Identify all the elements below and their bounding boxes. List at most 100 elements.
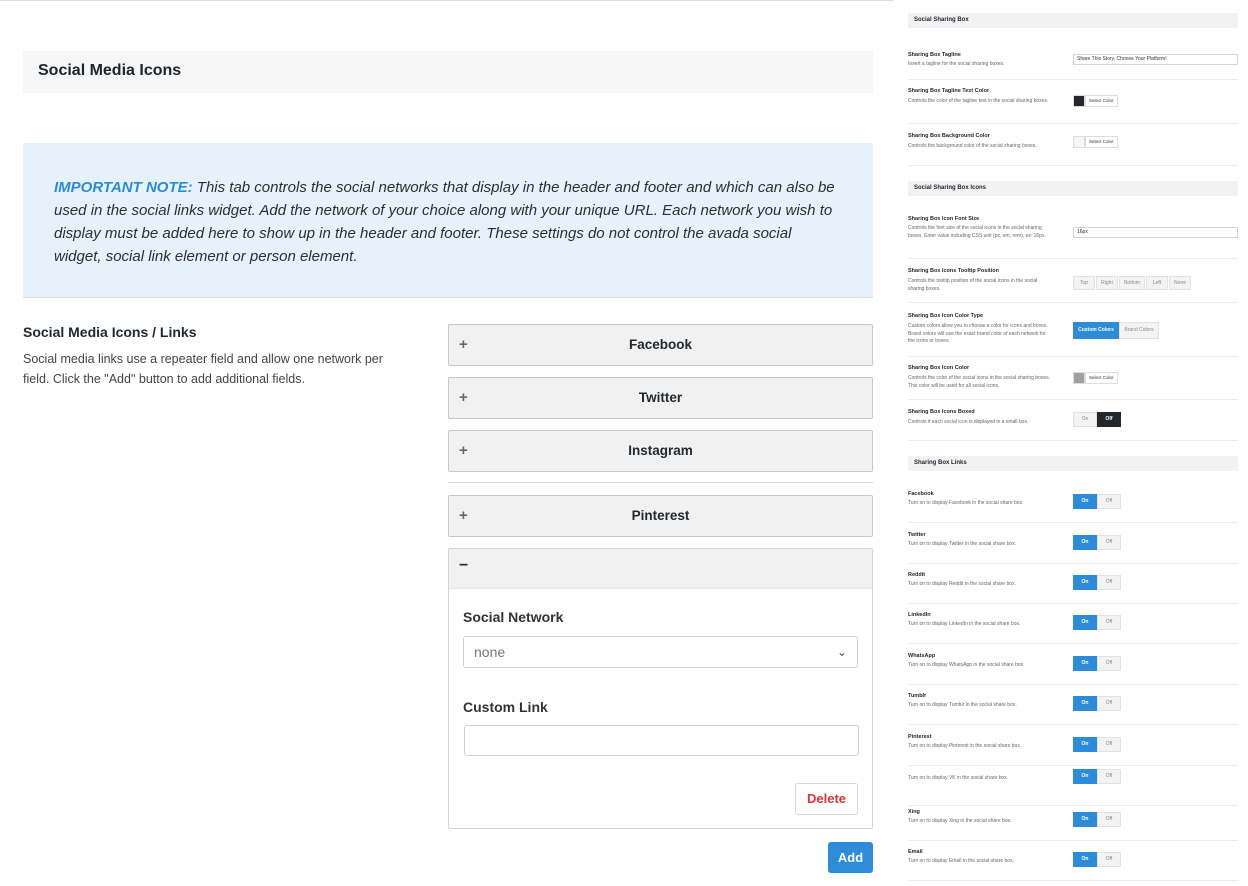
setting-label: Facebook — [908, 491, 934, 497]
expand-plus-icon: + — [459, 507, 468, 524]
toggle-off[interactable]: Off — [1097, 615, 1121, 630]
color-swatch[interactable] — [1073, 372, 1085, 384]
collapse-minus-icon: − — [459, 557, 469, 574]
font-size-input[interactable]: 16px — [1073, 227, 1238, 238]
tooltip-top-button[interactable]: Top — [1073, 276, 1095, 290]
toggle-on[interactable]: On — [1073, 852, 1097, 867]
toggle-off[interactable]: Off — [1097, 412, 1121, 427]
social-network-label: Social Network — [463, 609, 564, 625]
expand-plus-icon: + — [459, 442, 468, 459]
delete-button[interactable]: Delete — [795, 783, 858, 815]
boxed-toggle[interactable]: On Off — [1073, 412, 1121, 427]
tooltip-none-button[interactable]: None — [1169, 276, 1191, 290]
repeater-item-label: Facebook — [628, 337, 693, 352]
tooltip-right-button[interactable]: Right — [1096, 276, 1118, 290]
setting-link-vk: Turn on to display VK in the social shar… — [908, 769, 1238, 806]
link-toggle[interactable]: On Off — [1073, 615, 1121, 630]
toggle-on[interactable]: On — [1073, 737, 1097, 752]
icon-color-picker[interactable]: Select Color — [1073, 372, 1118, 384]
setting-desc: Custom colors allow you to choose a colo… — [908, 323, 1048, 344]
setting-label: Sharing Box Icons Boxed — [908, 409, 975, 415]
toggle-off[interactable]: Off — [1097, 535, 1121, 550]
link-toggle[interactable]: On Off — [1073, 656, 1121, 671]
tagline-input[interactable]: Share This Story, Choose Your Platform! — [1073, 54, 1238, 65]
social-network-select[interactable]: none ⌄ — [463, 636, 858, 668]
section-sharing-box-icons: Social Sharing Box Icons — [908, 181, 1238, 196]
select-color-button[interactable]: Select Color — [1085, 136, 1118, 148]
link-toggle[interactable]: On Off — [1073, 812, 1121, 827]
toggle-on[interactable]: On — [1073, 696, 1097, 711]
setting-desc: Turn on to display Xing in the social sh… — [908, 818, 1012, 824]
background-color-picker[interactable]: Select Color — [1073, 136, 1118, 148]
toggle-off[interactable]: Off — [1097, 494, 1121, 509]
toggle-on[interactable]: On — [1073, 812, 1097, 827]
toggle-on[interactable]: On — [1073, 656, 1097, 671]
setting-desc: Turn on to display Reddit in the social … — [908, 581, 1016, 587]
setting-label: Xing — [908, 809, 920, 815]
link-toggle[interactable]: On Off — [1073, 575, 1121, 590]
link-toggle[interactable]: On Off — [1073, 852, 1121, 867]
toggle-on[interactable]: On — [1073, 575, 1097, 590]
setting-label: Twitter — [908, 532, 926, 538]
link-toggle[interactable]: On Off — [1073, 737, 1121, 752]
tagline-color-picker[interactable]: Select Color — [1073, 95, 1118, 107]
setting-icons-boxed: Sharing Box Icons Boxed Controls if each… — [908, 408, 1238, 441]
setting-desc: Turn on to display Email in the social s… — [908, 858, 1014, 864]
link-toggle[interactable]: On Off — [1073, 696, 1121, 711]
link-toggle[interactable]: On Off — [1073, 769, 1121, 784]
social-icons-panel: Social Media Icons IMPORTANT NOTE: This … — [0, 0, 893, 886]
toggle-on[interactable]: On — [1073, 535, 1097, 550]
social-sharing-panel: Social Sharing Box Sharing Box Tagline I… — [903, 0, 1248, 886]
link-toggle[interactable]: On Off — [1073, 494, 1121, 509]
custom-link-label: Custom Link — [463, 699, 548, 715]
repeater-item-twitter[interactable]: + Twitter — [448, 377, 873, 419]
setting-label: Sharing Box Background Color — [908, 133, 990, 139]
toggle-on[interactable]: On — [1073, 769, 1097, 784]
toggle-off[interactable]: Off — [1097, 769, 1121, 784]
setting-desc: Turn on to display Pinterest in the soci… — [908, 743, 1022, 749]
tooltip-position-buttons: Top Right Bottom Left None — [1073, 276, 1192, 290]
field-title: Social Media Icons / Links — [23, 324, 197, 340]
custom-link-input[interactable] — [464, 725, 859, 756]
setting-desc: Insert a tagline for the social sharing … — [908, 61, 1005, 67]
toggle-off[interactable]: Off — [1097, 852, 1121, 867]
toggle-off[interactable]: Off — [1097, 656, 1121, 671]
setting-background-color: Sharing Box Background Color Controls th… — [908, 131, 1238, 166]
toggle-off[interactable]: Off — [1097, 696, 1121, 711]
add-button[interactable]: Add — [828, 842, 873, 873]
select-color-button[interactable]: Select Color — [1085, 372, 1118, 384]
select-color-button[interactable]: Select Color — [1085, 95, 1118, 107]
setting-icon-font-size: Sharing Box Icon Font Size Controls the … — [908, 215, 1238, 259]
repeater-item-facebook[interactable]: + Facebook — [448, 324, 873, 366]
setting-label: Sharing Box Tagline — [908, 52, 961, 58]
setting-tagline: Sharing Box Tagline Insert a tagline for… — [908, 50, 1238, 80]
toggle-off[interactable]: Off — [1097, 737, 1121, 752]
color-swatch[interactable] — [1073, 95, 1085, 107]
color-swatch[interactable] — [1073, 136, 1085, 148]
tooltip-bottom-button[interactable]: Bottom — [1119, 276, 1145, 290]
toggle-on[interactable]: On — [1073, 615, 1097, 630]
color-type-buttons: Custom Colors Brand Colors — [1073, 322, 1159, 339]
setting-desc: Turn on to display LinkedIn in the socia… — [908, 621, 1021, 627]
expanded-item-header[interactable]: − — [449, 549, 872, 589]
setting-label: Pinterest — [908, 734, 932, 740]
brand-colors-button[interactable]: Brand Colors — [1119, 322, 1159, 339]
social-network-value: none — [474, 644, 506, 660]
section-social-sharing-box: Social Sharing Box — [908, 13, 1238, 28]
toggle-off[interactable]: Off — [1097, 812, 1121, 827]
toggle-on[interactable]: On — [1073, 494, 1097, 509]
repeater-item-label: Twitter — [638, 390, 683, 405]
custom-colors-button[interactable]: Custom Colors — [1073, 322, 1119, 339]
field-description: Social media links use a repeater field … — [23, 352, 383, 386]
setting-desc: Turn on to display VK in the social shar… — [908, 775, 1009, 781]
link-toggle[interactable]: On Off — [1073, 535, 1121, 550]
setting-tooltip-position: Sharing Box Icons Tooltip Position Contr… — [908, 267, 1238, 303]
repeater-item-instagram[interactable]: + Instagram — [448, 430, 873, 472]
repeater-item-label: Pinterest — [631, 508, 690, 523]
repeater-item-expanded: − Social Network none ⌄ Custom Link Dele… — [448, 548, 873, 829]
toggle-on[interactable]: On — [1073, 412, 1097, 427]
setting-label: Sharing Box Tagline Text Color — [908, 88, 990, 94]
tooltip-left-button[interactable]: Left — [1146, 276, 1168, 290]
toggle-off[interactable]: Off — [1097, 575, 1121, 590]
repeater-item-pinterest[interactable]: + Pinterest — [448, 495, 873, 537]
